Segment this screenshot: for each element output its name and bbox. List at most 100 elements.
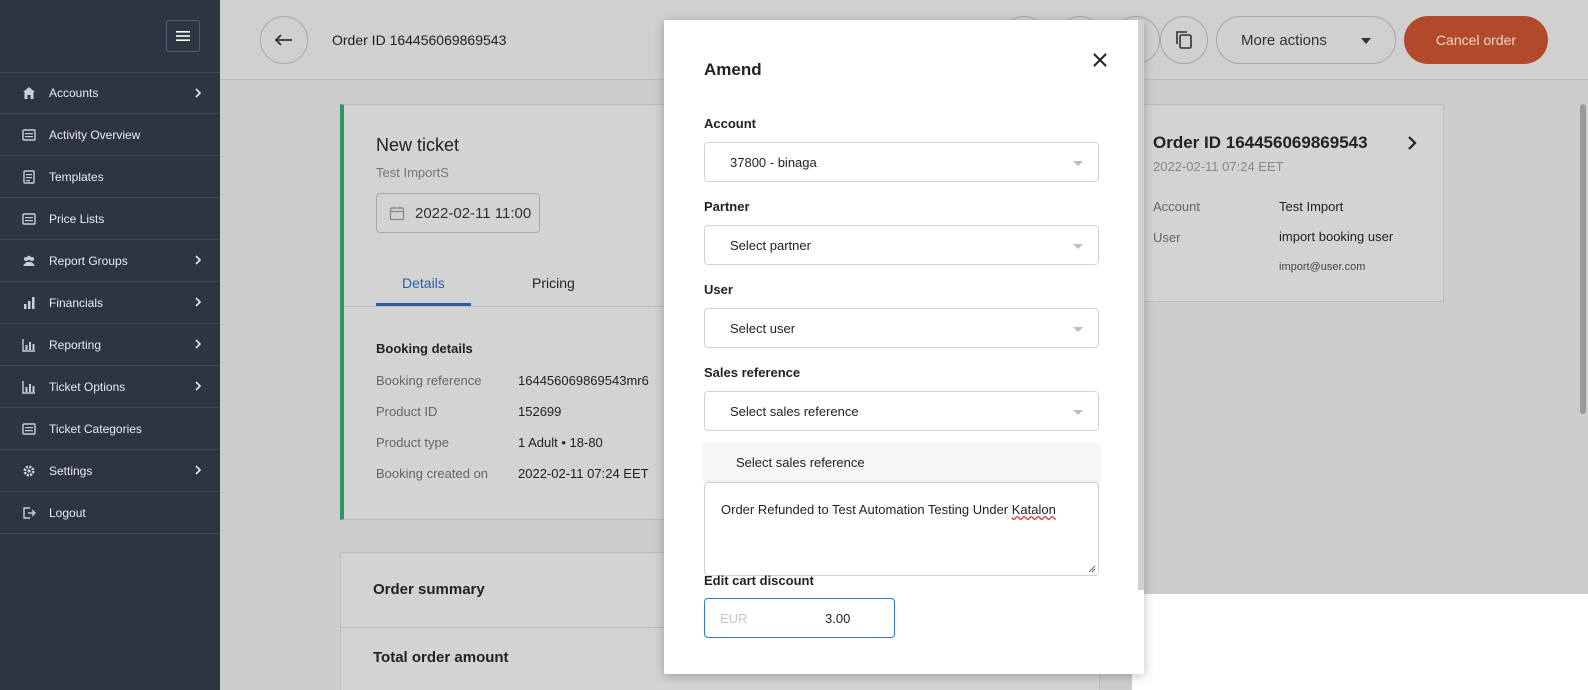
arrow-left-icon: [274, 34, 292, 46]
users-icon: [22, 254, 36, 268]
caret-down-icon: [1073, 410, 1083, 415]
list-icon: [22, 128, 36, 142]
cancel-order-button[interactable]: Cancel order: [1404, 16, 1548, 64]
account-select-value: 37800 - binaga: [730, 154, 817, 170]
order-card-date: 2022-02-11 07:24 EET: [1153, 159, 1284, 174]
order-info-card: Order ID 164456069869543 2022-02-11 07:2…: [1116, 104, 1444, 302]
ticket-subtitle: Test ImportS: [376, 165, 449, 180]
chevron-right-icon: [194, 254, 202, 266]
copy-button[interactable]: [1160, 16, 1208, 64]
user-select[interactable]: Select user: [704, 308, 1099, 348]
home-icon: [22, 86, 36, 100]
booking-created-label: Booking created on: [376, 466, 489, 481]
user-value: import booking user: [1279, 229, 1394, 244]
page-edge: [1132, 594, 1588, 690]
sidebar-item-financials[interactable]: Financials: [0, 282, 220, 324]
close-icon[interactable]: [1092, 52, 1108, 68]
booking-details-heading: Booking details: [376, 341, 473, 356]
booking-reference-value: 164456069869543mr6: [518, 373, 649, 388]
sales-reference-select-value: Select sales reference: [730, 403, 859, 419]
sidebar-item-logout[interactable]: Logout: [0, 492, 220, 534]
caret-down-icon: [1073, 161, 1083, 166]
comment-text-misspelled: Katalon: [1011, 502, 1056, 517]
chevron-right-icon: [194, 464, 202, 476]
sidebar-item-reporting[interactable]: Reporting: [0, 324, 220, 366]
sales-reference-field-label: Sales reference: [704, 365, 801, 380]
chevron-right-icon: [194, 296, 202, 308]
gear-icon: [22, 464, 36, 478]
chart-icon: [22, 338, 36, 352]
account-value: Test Import: [1279, 199, 1344, 214]
product-id-label: Product ID: [376, 404, 438, 419]
booking-created-value: 2022-02-11 07:24 EET: [518, 466, 649, 481]
chevron-right-icon[interactable]: [1407, 135, 1417, 151]
page-scrollbar[interactable]: [1580, 104, 1586, 414]
sidebar-item-templates[interactable]: Templates: [0, 156, 220, 198]
copy-icon: [1176, 31, 1192, 49]
chevron-right-icon: [194, 338, 202, 350]
sidebar-item-label: Settings: [49, 463, 93, 478]
chevron-right-icon: [194, 380, 202, 392]
sidebar-item-label: Templates: [49, 169, 104, 184]
sidebar-nav: Accounts Activity Overview Templates Pri…: [0, 72, 220, 534]
user-email: import@user.com: [1279, 261, 1366, 273]
discount-value: 3.00: [825, 611, 851, 626]
sidebar-item-ticket-options[interactable]: Ticket Options: [0, 366, 220, 408]
account-label: Account: [1153, 199, 1200, 214]
account-select[interactable]: 37800 - binaga: [704, 142, 1099, 182]
ticket-title: New ticket: [376, 135, 460, 155]
tab-details[interactable]: Details: [402, 275, 445, 291]
more-actions-button[interactable]: More actions: [1216, 16, 1396, 64]
page-title: Order ID 164456069869543: [332, 32, 507, 48]
sales-reference-select[interactable]: Select sales reference: [704, 391, 1099, 431]
caret-down-icon: [1073, 244, 1083, 249]
sidebar-item-ticket-categories[interactable]: Ticket Categories: [0, 408, 220, 450]
amend-modal: Amend Account 37800 - binaga Partner Sel…: [664, 20, 1144, 674]
modal-title: Amend: [704, 60, 762, 79]
user-field-label: User: [704, 282, 733, 297]
sidebar-item-label: Activity Overview: [49, 127, 141, 142]
product-id-value: 152699: [518, 404, 562, 419]
comment-text: Order Refunded to Test Automation Testin…: [721, 502, 1012, 517]
calendar-icon: [389, 206, 405, 221]
logout-icon: [22, 506, 36, 520]
caret-down-icon: [1361, 38, 1371, 44]
ticket-date-value: 2022-02-11 11:00: [415, 204, 532, 222]
bar-chart-icon: [22, 296, 36, 310]
resize-grip-icon[interactable]: [1088, 565, 1096, 573]
total-order-amount-heading: Total order amount: [373, 649, 509, 666]
partner-select[interactable]: Select partner: [704, 225, 1099, 265]
tab-pricing[interactable]: Pricing: [532, 275, 575, 291]
booking-reference-label: Booking reference: [376, 373, 482, 388]
sidebar-item-price-lists[interactable]: Price Lists: [0, 198, 220, 240]
chevron-right-icon: [194, 87, 202, 99]
sidebar: Accounts Activity Overview Templates Pri…: [0, 0, 220, 690]
partner-field-label: Partner: [704, 199, 750, 214]
sidebar-item-label: Reporting: [49, 337, 102, 352]
user-select-value: Select user: [730, 320, 796, 336]
user-label: User: [1153, 230, 1181, 245]
sidebar-item-settings[interactable]: Settings: [0, 450, 220, 492]
discount-field-label: Edit cart discount: [704, 573, 814, 588]
sidebar-item-label: Accounts: [49, 86, 99, 100]
sidebar-item-label: Ticket Categories: [49, 421, 142, 436]
account-field-label: Account: [704, 116, 756, 131]
modal-scrollbar[interactable]: [1138, 20, 1144, 590]
product-type-value: 1 Adult • 18-80: [518, 435, 603, 450]
ticket-date[interactable]: 2022-02-11 11:00: [376, 193, 540, 233]
sidebar-item-accounts[interactable]: Accounts: [0, 72, 220, 114]
chart-icon: [22, 380, 36, 394]
sidebar-item-label: Financials: [49, 295, 104, 310]
sidebar-item-activity-overview[interactable]: Activity Overview: [0, 114, 220, 156]
product-type-label: Product type: [376, 435, 449, 450]
currency-label: EUR: [720, 611, 748, 626]
sales-reference-option[interactable]: Select sales reference: [704, 444, 1099, 480]
sidebar-item-report-groups[interactable]: Report Groups: [0, 240, 220, 282]
list-icon: [22, 422, 36, 436]
caret-down-icon: [1073, 327, 1083, 332]
discount-input[interactable]: EUR 3.00: [704, 598, 895, 638]
hamburger-icon[interactable]: [166, 20, 200, 52]
back-button[interactable]: [260, 16, 308, 64]
partner-select-value: Select partner: [730, 237, 811, 253]
comment-textarea[interactable]: Order Refunded to Test Automation Testin…: [704, 482, 1099, 576]
